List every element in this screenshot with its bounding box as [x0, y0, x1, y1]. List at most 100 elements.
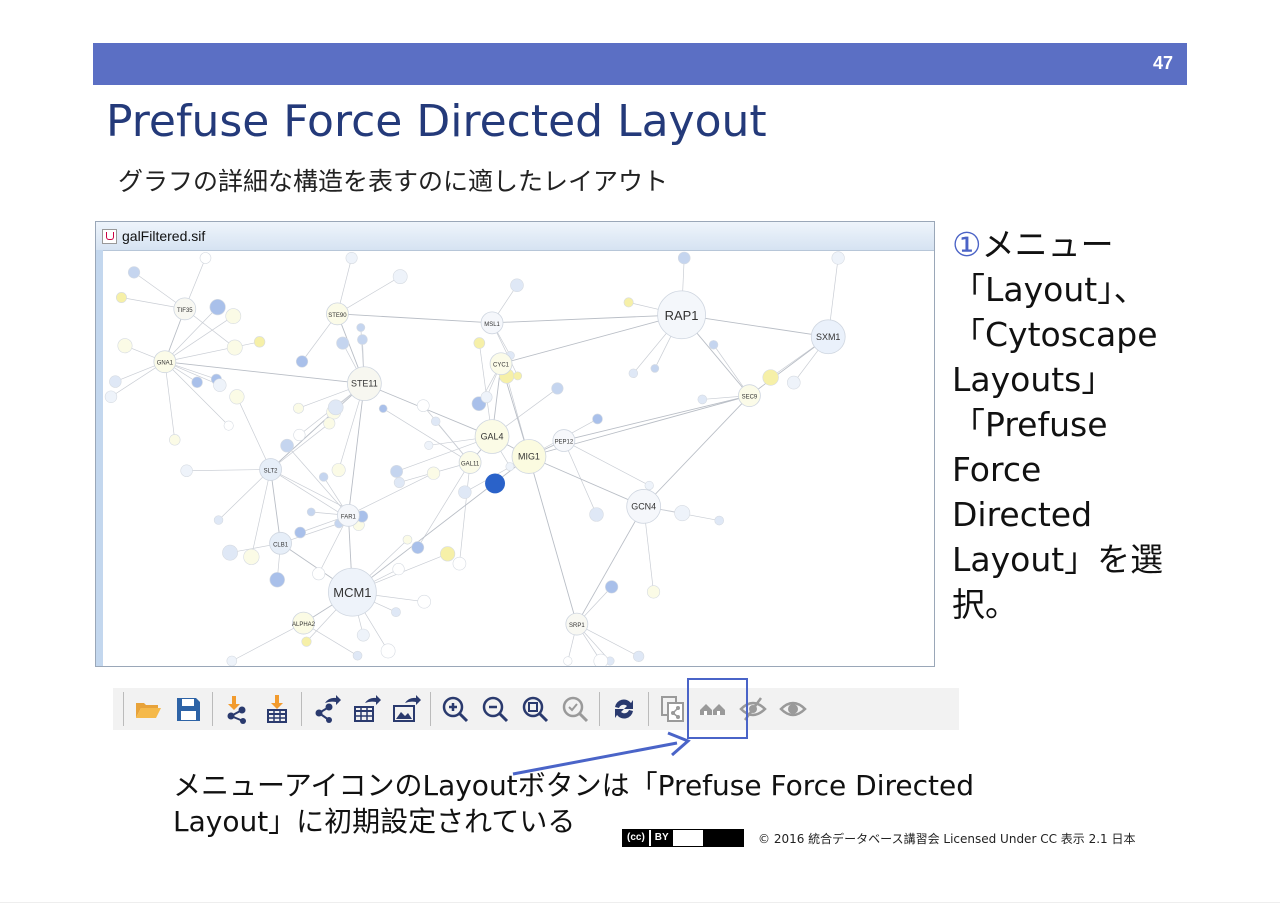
network-node[interactable]	[191, 376, 203, 388]
network-node[interactable]	[115, 292, 127, 304]
network-node[interactable]	[426, 466, 441, 480]
network-node[interactable]	[226, 339, 243, 356]
network-node-sxm1[interactable]: SXM1	[810, 319, 846, 355]
network-node[interactable]	[269, 572, 285, 588]
network-node[interactable]	[323, 417, 336, 430]
network-node-mcm1[interactable]: MCM1	[328, 567, 377, 617]
network-node[interactable]	[229, 389, 245, 405]
network-node[interactable]	[424, 440, 434, 450]
network-node[interactable]	[280, 438, 294, 453]
network-node[interactable]	[605, 580, 619, 594]
network-node[interactable]	[510, 278, 524, 293]
network-node[interactable]	[117, 338, 133, 354]
network-node[interactable]	[352, 650, 363, 661]
network-node[interactable]	[357, 334, 368, 345]
network-node[interactable]	[380, 643, 396, 659]
network-node[interactable]	[293, 428, 306, 442]
network-node-ste90[interactable]: STE90	[326, 302, 349, 326]
network-node-gal11[interactable]: GAL11	[458, 451, 482, 474]
network-node[interactable]	[650, 364, 660, 373]
network-node[interactable]	[295, 355, 309, 368]
network-node[interactable]	[589, 507, 604, 522]
network-canvas[interactable]: RAP1 MCM1 GAL4 MIG1 STE11 SXM1 GCN4 PEP12 SLT2 GN…	[103, 250, 934, 667]
network-node-selected[interactable]	[485, 473, 506, 494]
network-node[interactable]	[392, 269, 408, 284]
network-node[interactable]	[646, 585, 661, 599]
import-network-button[interactable]	[218, 690, 256, 728]
network-node-rap1[interactable]: RAP1	[657, 290, 706, 340]
network-node-tif35[interactable]: TIF35	[173, 297, 197, 321]
network-node[interactable]	[677, 251, 691, 265]
network-node[interactable]	[209, 299, 226, 316]
zoom-fit-button[interactable]	[516, 690, 554, 728]
network-node[interactable]	[223, 420, 234, 431]
zoom-selected-button[interactable]	[556, 690, 594, 728]
network-node[interactable]	[563, 656, 573, 666]
network-node-msl1[interactable]: MSL1	[480, 311, 504, 335]
network-node[interactable]	[411, 541, 425, 554]
network-node[interactable]	[416, 399, 430, 412]
network-node[interactable]	[623, 297, 634, 308]
network-node[interactable]	[714, 515, 724, 526]
network-node[interactable]	[345, 251, 358, 264]
zoom-out-button[interactable]	[476, 690, 514, 728]
network-node[interactable]	[708, 340, 719, 350]
network-node-mig1[interactable]: MIG1	[511, 439, 547, 474]
network-node[interactable]	[226, 655, 238, 666]
network-node[interactable]	[109, 375, 122, 388]
save-session-button[interactable]	[169, 690, 207, 728]
network-node[interactable]	[213, 515, 224, 525]
network-node[interactable]	[633, 650, 645, 662]
import-table-button[interactable]	[258, 690, 296, 728]
network-node[interactable]	[356, 628, 370, 642]
network-node[interactable]	[378, 404, 388, 413]
network-node[interactable]	[306, 507, 316, 517]
network-node[interactable]	[318, 472, 329, 482]
network-node-far1[interactable]: FAR1	[337, 503, 360, 527]
network-node[interactable]	[402, 534, 413, 545]
network-node[interactable]	[222, 544, 238, 561]
network-node[interactable]	[786, 375, 801, 390]
network-node[interactable]	[473, 337, 486, 349]
network-node[interactable]	[392, 563, 405, 576]
network-node[interactable]	[199, 252, 212, 264]
network-node[interactable]	[294, 526, 306, 539]
network-node[interactable]	[480, 391, 493, 404]
network-node-gna1[interactable]: GNA1	[153, 350, 177, 374]
network-node[interactable]	[293, 402, 304, 414]
network-node-pep12[interactable]: PEP12	[552, 429, 576, 452]
network-node[interactable]	[417, 594, 431, 609]
network-node[interactable]	[312, 567, 326, 581]
zoom-in-button[interactable]	[436, 690, 474, 728]
network-node-sec9[interactable]: SEC9	[738, 384, 761, 408]
apply-layout-button[interactable]	[605, 690, 643, 728]
network-node[interactable]	[391, 607, 401, 618]
network-node[interactable]	[356, 323, 366, 332]
network-node[interactable]	[104, 390, 118, 403]
show-all-button[interactable]	[774, 690, 812, 728]
network-node-gcn4[interactable]: GCN4	[626, 489, 662, 524]
export-network-button[interactable]	[307, 690, 345, 728]
network-node[interactable]	[331, 463, 346, 478]
network-node[interactable]	[831, 251, 845, 265]
network-node[interactable]	[327, 399, 344, 416]
open-session-button[interactable]	[129, 690, 167, 728]
network-node[interactable]	[180, 464, 193, 477]
network-node[interactable]	[213, 378, 227, 392]
network-node[interactable]	[225, 308, 242, 324]
export-table-button[interactable]	[347, 690, 385, 728]
network-node[interactable]	[301, 636, 312, 647]
network-node[interactable]	[440, 546, 456, 562]
network-node-srp1[interactable]: SRP1	[565, 612, 589, 636]
network-node[interactable]	[127, 266, 141, 279]
network-node[interactable]	[697, 394, 708, 405]
network-node[interactable]	[513, 371, 523, 381]
network-node[interactable]	[253, 336, 266, 348]
network-node[interactable]	[628, 368, 639, 379]
network-node[interactable]	[762, 369, 779, 386]
network-node[interactable]	[593, 653, 609, 667]
network-node-gal4[interactable]: GAL4	[474, 419, 510, 454]
network-node[interactable]	[169, 434, 181, 446]
network-node[interactable]	[336, 336, 350, 350]
network-node[interactable]	[592, 413, 603, 425]
